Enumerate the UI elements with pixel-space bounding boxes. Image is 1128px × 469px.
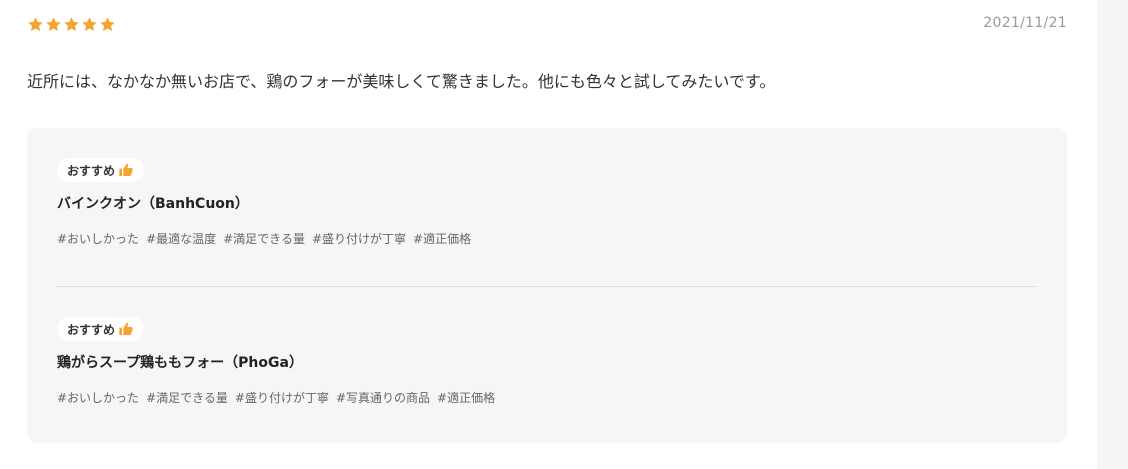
recommended-item: おすすめ 鶏がらスープ鶏ももフォー（PhoGa） #おいしかった #満足できる量… [57, 317, 1037, 406]
review-text: 近所には、なかなか無いお店で、鶏のフォーが美味しくて驚きました。他にも色々と試し… [27, 72, 776, 91]
right-gutter [1097, 0, 1128, 469]
star-icon [45, 16, 62, 33]
recommended-item-title: 鶏がらスープ鶏ももフォー（PhoGa） [57, 355, 303, 371]
divider [57, 286, 1037, 287]
review-card: 2021/11/21 近所には、なかなか無いお店で、鶏のフォーが美味しくて驚きま… [27, 0, 1067, 443]
recommend-badge-label: おすすめ [67, 163, 116, 178]
review-header: 2021/11/21 [27, 0, 1067, 52]
recommended-item-tags: #おいしかった #満足できる量 #盛り付けが丁寧 #写真通りの商品 #適正価格 [57, 390, 1037, 406]
recommend-badge: おすすめ [57, 158, 145, 182]
tag: #おいしかった [57, 232, 140, 246]
tag: #満足できる量 [146, 391, 228, 405]
review-page: 2021/11/21 近所には、なかなか無いお店で、鶏のフォーが美味しくて驚きま… [0, 0, 1128, 469]
star-rating [27, 16, 116, 33]
star-icon [63, 16, 80, 33]
tag: #盛り付けが丁寧 [311, 232, 407, 246]
thumbs-up-icon [118, 321, 134, 337]
recommendations-panel: おすすめ バインクオン（BanhCuon） #おいしかった #最適な温度 #満足… [27, 128, 1067, 443]
review-date: 2021/11/21 [983, 15, 1067, 31]
recommended-item: おすすめ バインクオン（BanhCuon） #おいしかった #最適な温度 #満足… [57, 158, 1037, 247]
tag: #適正価格 [413, 232, 472, 246]
tag: #適正価格 [437, 391, 496, 405]
tag: #最適な温度 [146, 232, 217, 246]
tag: #満足できる量 [223, 232, 305, 246]
tag: #写真通りの商品 [335, 391, 431, 405]
star-icon [27, 16, 44, 33]
tag: #盛り付けが丁寧 [234, 391, 329, 405]
recommend-badge-label: おすすめ [67, 322, 116, 337]
star-icon [99, 16, 116, 33]
tag: #おいしかった [57, 391, 140, 405]
recommend-badge: おすすめ [57, 317, 145, 341]
recommended-item-title: バインクオン（BanhCuon） [57, 196, 249, 212]
star-icon [81, 16, 98, 33]
thumbs-up-icon [118, 162, 134, 178]
recommended-item-tags: #おいしかった #最適な温度 #満足できる量 #盛り付けが丁寧 #適正価格 [57, 231, 1037, 247]
